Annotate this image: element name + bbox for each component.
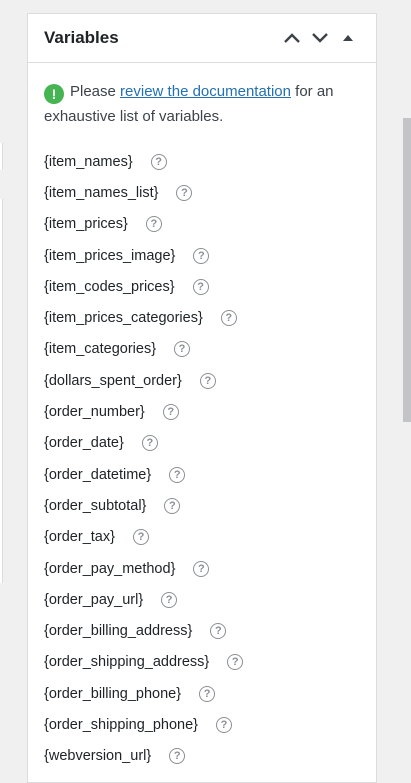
help-icon[interactable]: ?	[169, 466, 186, 483]
notice-prefix: Please	[70, 83, 121, 100]
help-icon[interactable]: ?	[176, 184, 193, 201]
help-icon[interactable]: ?	[227, 654, 244, 671]
list-item: {order_shipping_phone}?	[44, 709, 361, 740]
adjacent-panel-edge	[0, 143, 3, 170]
list-item: {order_shipping_address}?	[44, 647, 361, 678]
exclamation-icon: !	[44, 84, 64, 104]
panel-body: ! Please review the documentation for an …	[28, 63, 376, 772]
documentation-link[interactable]: review the documentation	[120, 83, 291, 100]
variable-name: {order_billing_address}	[44, 623, 193, 640]
variable-name: {item_codes_prices}	[44, 278, 175, 295]
variable-name: {order_number}	[44, 404, 145, 421]
list-item: {item_prices_categories}?	[44, 302, 361, 333]
move-down-button[interactable]	[306, 24, 334, 52]
list-item: {item_names_list}?	[44, 177, 361, 208]
help-icon[interactable]: ?	[132, 529, 149, 546]
help-icon[interactable]: ?	[164, 497, 181, 514]
help-icon[interactable]: ?	[141, 435, 158, 452]
list-item: {item_prices}?	[44, 209, 361, 240]
list-item: {order_datetime}?	[44, 459, 361, 490]
help-icon[interactable]: ?	[199, 372, 216, 389]
list-item: {order_date}?	[44, 428, 361, 459]
chevron-down-icon	[312, 33, 328, 43]
variable-name: {item_prices}	[44, 216, 128, 233]
panel-header[interactable]: Variables	[28, 14, 376, 63]
list-item: {item_categories}?	[44, 334, 361, 365]
variable-name: {order_pay_url}	[44, 591, 144, 608]
adjacent-panel-edge	[0, 199, 3, 583]
help-icon[interactable]: ?	[169, 748, 186, 765]
caret-up-icon	[343, 35, 353, 41]
chevron-up-icon	[284, 33, 300, 43]
variable-name: {item_prices_categories}	[44, 310, 203, 327]
variable-name: {item_prices_image}	[44, 247, 176, 264]
help-icon[interactable]: ?	[162, 404, 179, 421]
variable-name: {order_billing_phone}	[44, 685, 182, 702]
panel-title: Variables	[44, 28, 119, 47]
variable-list: {item_names}? {item_names_list}? {item_pri…	[44, 146, 361, 772]
variable-name: {item_categories}	[44, 341, 157, 358]
list-item: {dollars_spent_order}?	[44, 365, 361, 396]
help-icon[interactable]: ?	[210, 623, 227, 640]
move-up-button[interactable]	[278, 24, 306, 52]
variable-name: {order_subtotal}	[44, 497, 147, 514]
list-item: {order_billing_phone}?	[44, 678, 361, 709]
list-item: {order_subtotal}?	[44, 490, 361, 521]
variable-name: {order_pay_method}	[44, 560, 176, 577]
variable-name: {webversion_url}	[44, 748, 152, 765]
help-icon[interactable]: ?	[150, 153, 167, 170]
scrollbar[interactable]	[403, 118, 411, 766]
help-icon[interactable]: ?	[145, 216, 162, 233]
list-item: {item_names}?	[44, 146, 361, 177]
help-icon[interactable]: ?	[161, 591, 178, 608]
help-icon[interactable]: ?	[193, 560, 210, 577]
variable-name: {order_tax}	[44, 529, 115, 546]
help-icon[interactable]: ?	[192, 278, 209, 295]
documentation-notice: ! Please review the documentation for an …	[44, 79, 361, 129]
help-icon[interactable]: ?	[220, 310, 237, 327]
scrollbar-thumb[interactable]	[403, 118, 411, 422]
list-item: {order_pay_url}?	[44, 584, 361, 615]
variable-name: {item_names}	[44, 153, 133, 170]
help-icon[interactable]: ?	[193, 247, 210, 264]
variable-name: {dollars_spent_order}	[44, 372, 182, 389]
list-item: {item_prices_image}?	[44, 240, 361, 271]
variable-name: {order_shipping_address}	[44, 654, 210, 671]
list-item: {order_billing_address}?	[44, 615, 361, 646]
list-item: {order_pay_method}?	[44, 553, 361, 584]
list-item: {order_tax}?	[44, 522, 361, 553]
help-icon[interactable]: ?	[216, 716, 232, 733]
help-icon[interactable]: ?	[199, 685, 216, 702]
help-icon[interactable]: ?	[174, 341, 191, 358]
list-item: {item_codes_prices}?	[44, 271, 361, 302]
toggle-panel-button[interactable]	[334, 24, 362, 52]
list-item: {order_number}?	[44, 396, 361, 427]
variable-name: {item_names_list}	[44, 184, 159, 201]
variable-name: {order_date}	[44, 435, 124, 452]
variable-name: {order_shipping_phone}	[44, 716, 198, 733]
variables-panel: Variables ! Please review the documentati…	[27, 13, 377, 783]
variable-name: {order_datetime}	[44, 466, 152, 483]
list-item: {webversion_url}?	[44, 741, 361, 772]
